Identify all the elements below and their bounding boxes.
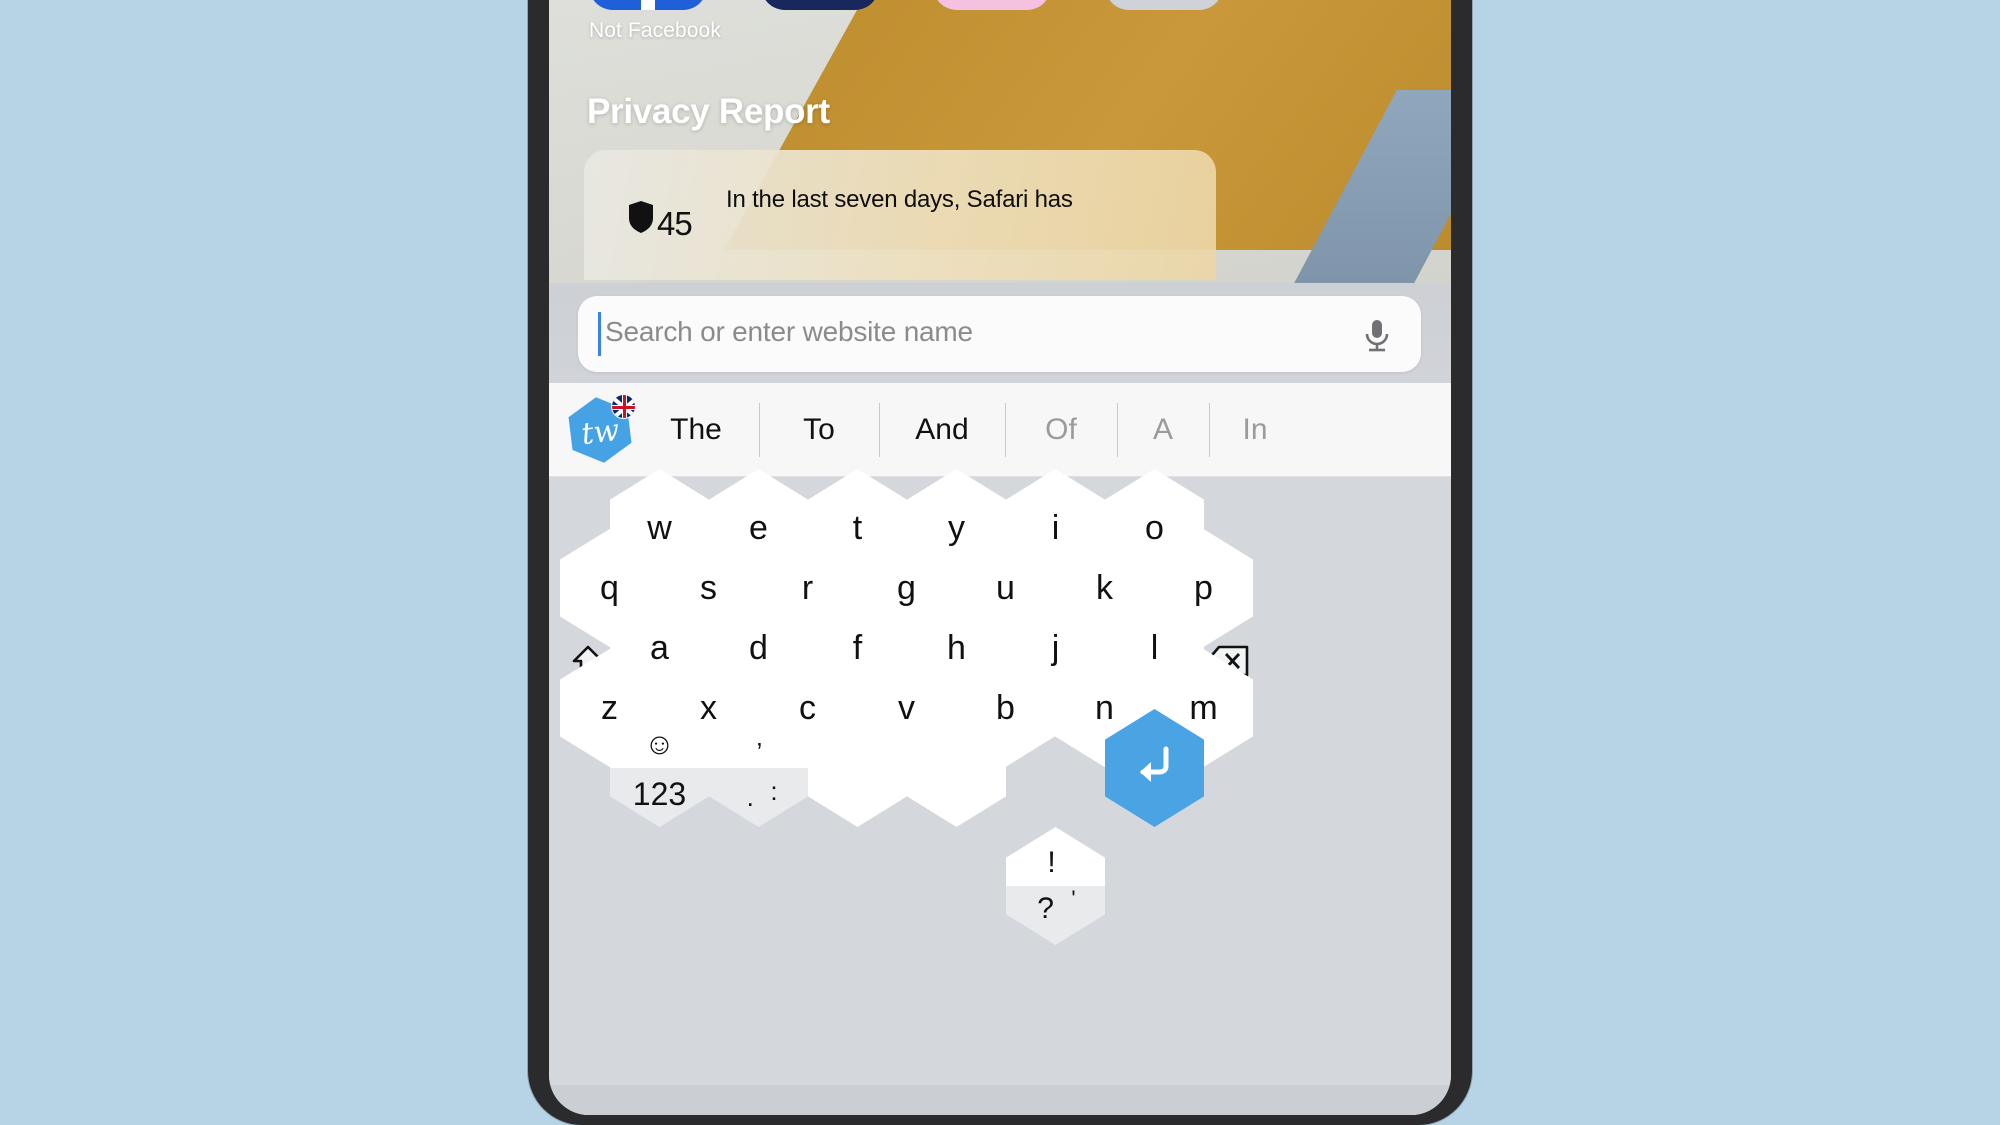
- tracker-count-group: 45: [628, 200, 693, 243]
- prediction-list: The To And Of A In: [633, 383, 1451, 476]
- typewise-logo-icon[interactable]: tw: [567, 397, 633, 463]
- period-glyph: .: [746, 782, 754, 813]
- prediction-item-1[interactable]: The: [633, 383, 759, 476]
- prediction-item-4[interactable]: Of: [1005, 383, 1117, 476]
- navy-app-icon[interactable]: [761, 0, 879, 10]
- prediction-bar: tw The To And Of A In: [549, 383, 1451, 477]
- page-title: Privacy Report: [587, 92, 830, 131]
- grey-app-icon[interactable]: [1105, 0, 1223, 10]
- shield-icon: [628, 200, 654, 239]
- numeric-key-label: 123: [632, 776, 687, 813]
- punctuation-right-key[interactable]: ! ? ': [1006, 827, 1105, 945]
- text-caret: [598, 312, 601, 356]
- return-arrow-icon: [1129, 740, 1181, 797]
- search-placeholder-text: Search or enter website name: [605, 316, 973, 347]
- colon-glyph: :: [770, 776, 778, 807]
- exclamation-glyph: !: [1047, 845, 1056, 879]
- prediction-item-6[interactable]: In: [1209, 383, 1301, 476]
- prediction-item-3[interactable]: And: [879, 383, 1005, 476]
- privacy-report-text: In the last seven days, Safari has: [726, 186, 1073, 213]
- microphone-icon[interactable]: [1359, 316, 1395, 354]
- search-bar-row: Search or enter website name: [549, 283, 1451, 383]
- typewise-keyboard: w e t y i o q s r g u k p a d f h j l z …: [549, 469, 1451, 1115]
- phone-screen: Not Facebook Privacy Report 45 In the la…: [549, 0, 1451, 1115]
- privacy-report-card[interactable]: 45 In the last seven days, Safari has: [584, 150, 1216, 280]
- prediction-item-2[interactable]: To: [759, 383, 879, 476]
- question-glyph: ?: [1037, 891, 1054, 925]
- tracker-count: 45: [657, 205, 693, 243]
- phone-frame: Not Facebook Privacy Report 45 In the la…: [528, 0, 1472, 1125]
- apostrophe-glyph: ': [1071, 886, 1076, 911]
- app-label-not-facebook: Not Facebook: [589, 19, 721, 42]
- prediction-item-5[interactable]: A: [1117, 383, 1209, 476]
- comma-glyph: ’: [756, 737, 763, 768]
- emoji-icon: ☺: [644, 727, 675, 761]
- pink-app-icon[interactable]: [933, 0, 1051, 10]
- app-icon-row: [549, 0, 1451, 10]
- keyboard-bottom-strip: [549, 1085, 1451, 1115]
- search-input[interactable]: Search or enter website name: [578, 296, 1421, 372]
- facebook-app-icon-stripe: [641, 0, 655, 10]
- safari-start-page: Not Facebook Privacy Report 45 In the la…: [549, 0, 1451, 283]
